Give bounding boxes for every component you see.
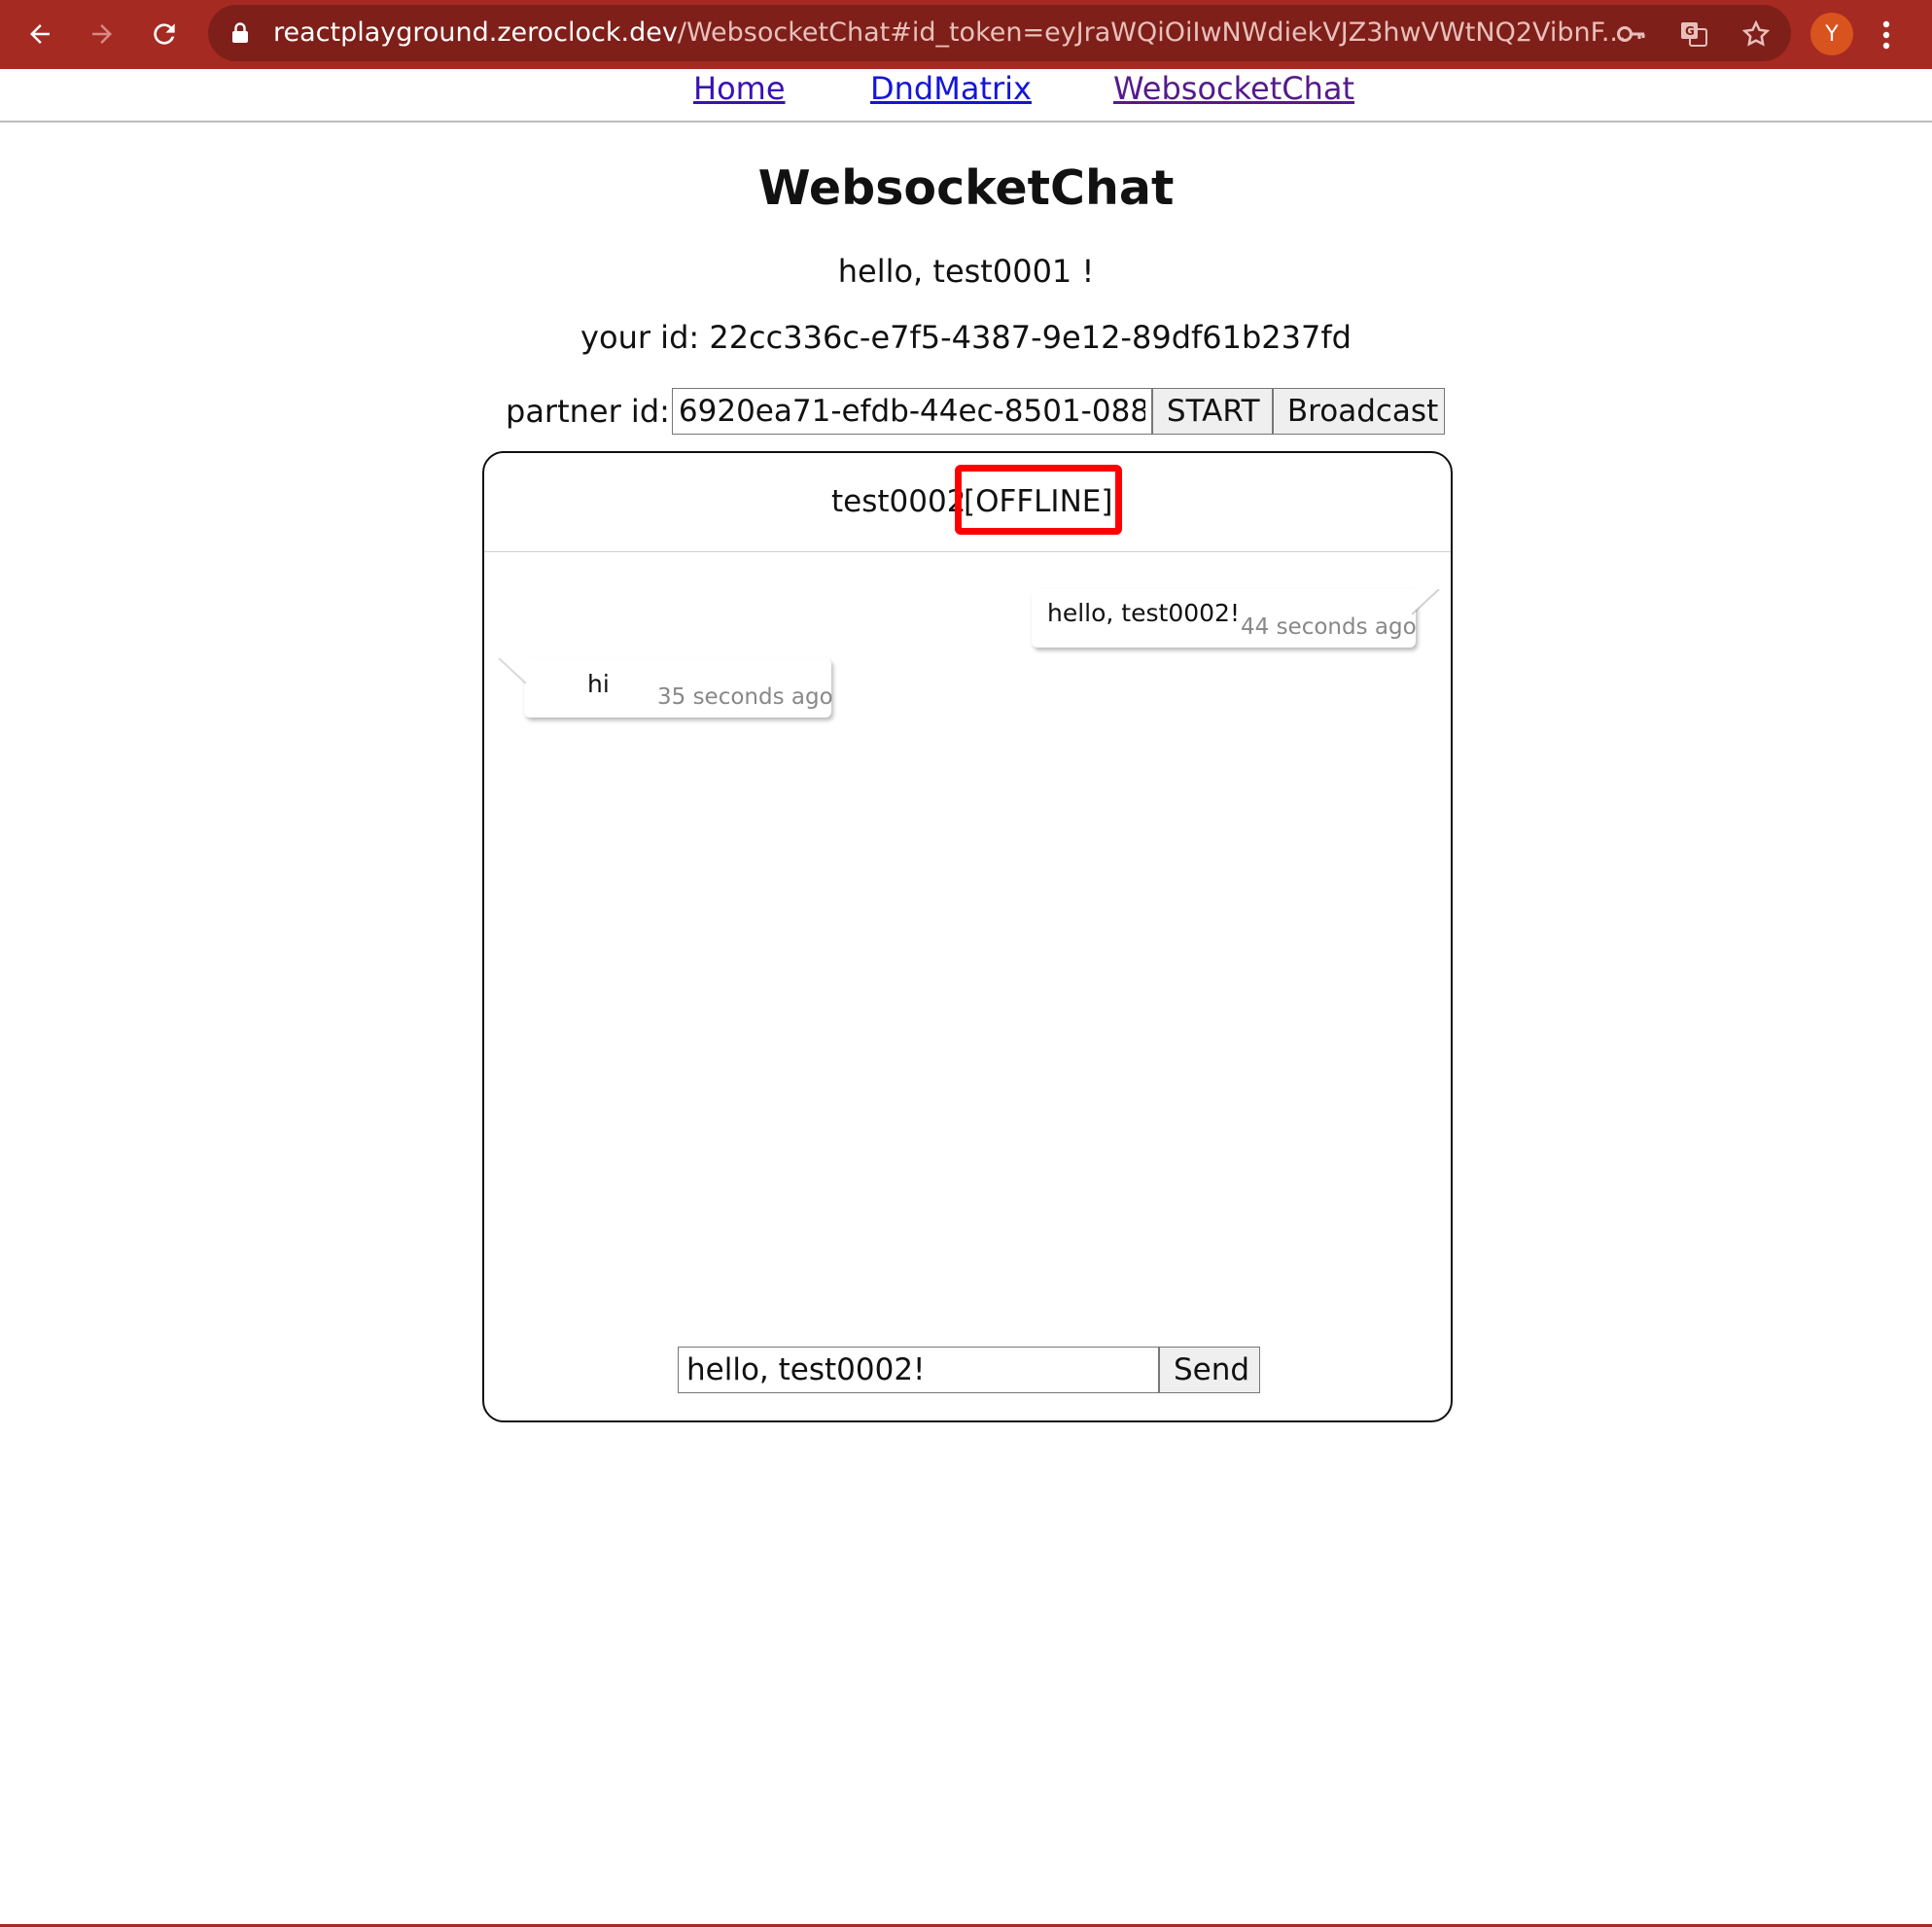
url-host: reactplayground.zeroclock.dev: [273, 18, 678, 48]
start-button[interactable]: START: [1151, 388, 1273, 435]
chat-message-outgoing: hello, test0002! 44 seconds ago: [1032, 589, 1440, 648]
broadcast-button[interactable]: Broadcast: [1272, 388, 1445, 435]
send-button[interactable]: Send: [1159, 1347, 1260, 1393]
page-title: WebsocketChat: [757, 160, 1175, 216]
forward-arrow-icon[interactable]: [78, 10, 126, 58]
compose-row: Send: [678, 1347, 1260, 1393]
message-text: hello, test0002!: [1047, 599, 1240, 627]
browser-toolbar: reactplayground.zeroclock.dev/WebsocketC…: [0, 0, 1932, 69]
reload-icon[interactable]: [140, 10, 189, 58]
key-icon[interactable]: [1612, 15, 1651, 53]
lock-icon: [231, 22, 249, 48]
top-navigation: Home DndMatrix WebsocketChat: [0, 69, 1932, 123]
message-text: hi: [587, 670, 610, 698]
partner-id-label: partner id:: [506, 393, 670, 430]
address-bar[interactable]: reactplayground.zeroclock.dev/WebsocketC…: [208, 5, 1791, 61]
message-timestamp: 35 seconds ago: [657, 684, 833, 710]
star-icon[interactable]: [1737, 15, 1775, 53]
nav-link-home[interactable]: Home: [693, 69, 786, 108]
message-timestamp: 44 seconds ago: [1241, 614, 1417, 640]
partner-id-input[interactable]: [671, 388, 1152, 435]
nav-link-websocketchat[interactable]: WebsocketChat: [1113, 69, 1354, 108]
your-id-text: your id: 22cc336c-e7f5-4387-9e12-89df61b…: [580, 319, 1352, 356]
back-arrow-icon[interactable]: [16, 10, 64, 58]
chat-message-incoming: hi 35 seconds ago: [498, 658, 833, 718]
chat-partner-name: test0002: [831, 484, 966, 519]
greeting-text: hello, test0001 !: [837, 253, 1095, 290]
url-text: reactplayground.zeroclock.dev/WebsocketC…: [273, 18, 1627, 48]
partner-status-badge: [OFFLINE]: [964, 484, 1113, 519]
message-input[interactable]: [678, 1347, 1159, 1393]
partner-id-row: partner id: START Broadcast: [506, 388, 1445, 435]
kebab-menu-icon[interactable]: [1877, 14, 1896, 56]
avatar[interactable]: Y: [1810, 13, 1853, 55]
url-path: /WebsocketChat#id_token=eyJraWQiOiIwNWdi…: [677, 18, 1627, 48]
bubble-tail-icon: [498, 658, 526, 684]
nav-link-dndmatrix[interactable]: DndMatrix: [870, 69, 1032, 108]
translate-icon[interactable]: G: [1674, 15, 1713, 53]
chat-header: test0002 [OFFLINE]: [484, 453, 1451, 552]
svg-text:G: G: [1685, 24, 1695, 38]
chat-panel: test0002 [OFFLINE] hello, test0002! 44 s…: [482, 451, 1453, 1422]
